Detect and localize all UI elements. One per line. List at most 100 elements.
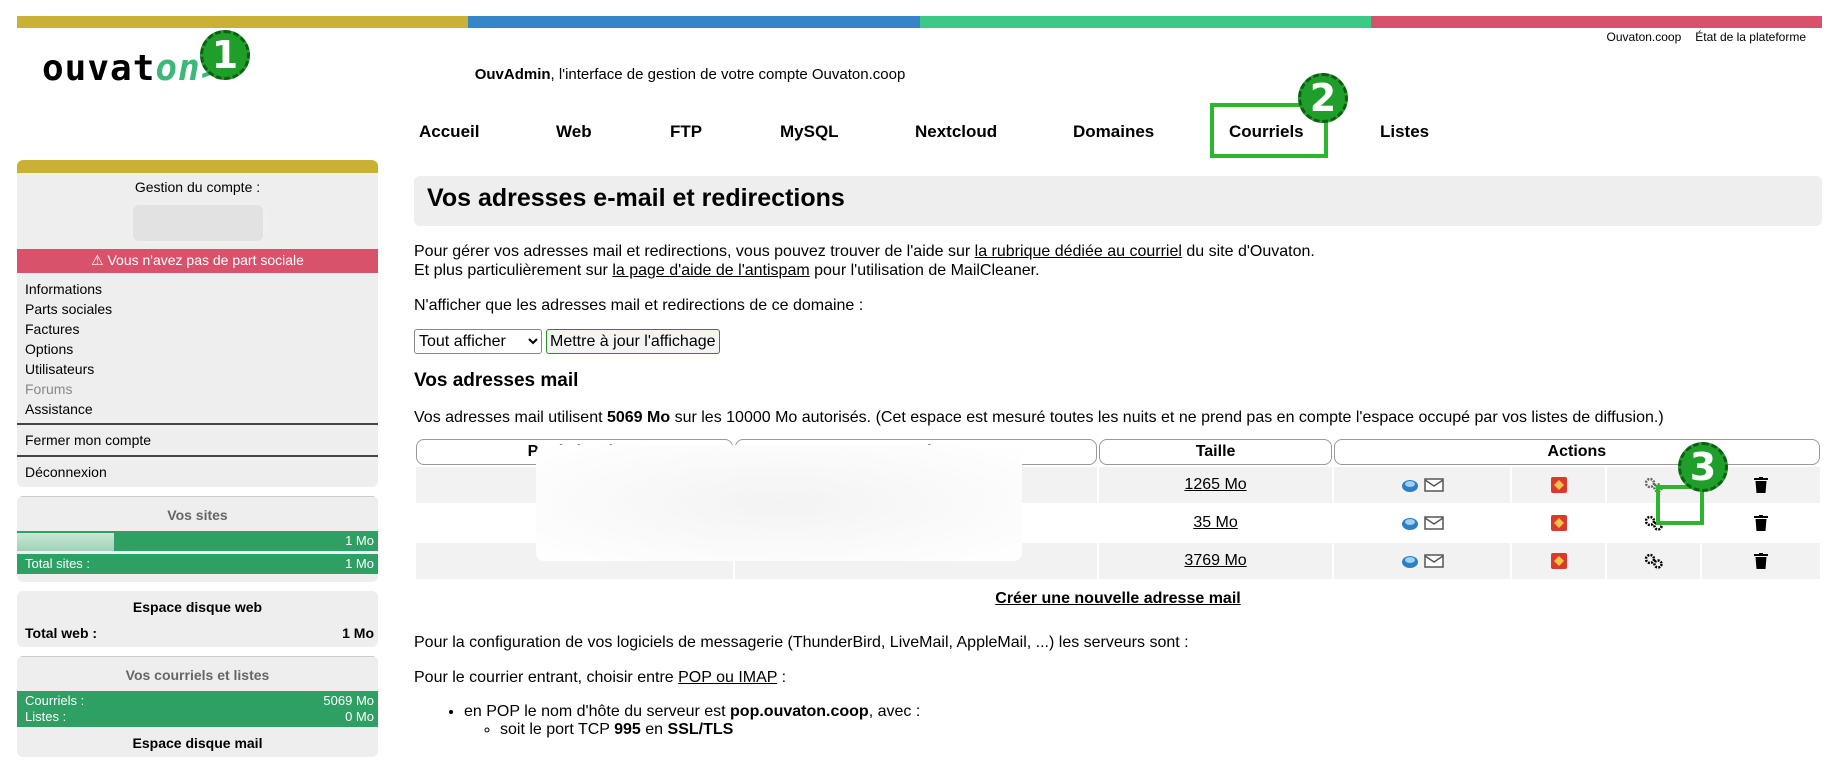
- gears-icon[interactable]: [1644, 553, 1664, 569]
- tagline-brand: OuvAdmin: [474, 66, 551, 83]
- color-strip-1: [17, 16, 469, 28]
- web-total-value: 1 Mo: [342, 625, 374, 641]
- usage-value: 5069 Mo: [606, 409, 671, 426]
- webmail-cell: [1333, 543, 1510, 579]
- antispam-icon[interactable]: [1550, 514, 1568, 532]
- menu-informations[interactable]: Informations: [25, 279, 370, 299]
- color-strip-4: [1370, 16, 1822, 28]
- mail-usage-block: Courriels : 5069 Mo Listes : 0 Mo: [17, 691, 378, 727]
- menu-forums[interactable]: Forums: [25, 379, 370, 399]
- menu-utilisateurs[interactable]: Utilisateurs: [25, 359, 370, 379]
- sites-total-row: Total sites : 1 Mo: [17, 554, 378, 574]
- trash-icon[interactable]: [1754, 476, 1769, 493]
- color-strip-3: [919, 16, 1371, 28]
- sites-total-label: Total sites :: [25, 556, 91, 571]
- tagline: OuvAdmin, l'interface de gestion de votr…: [0, 66, 1380, 83]
- antispam-help-link[interactable]: la page d'aide de l'antispam: [612, 262, 809, 279]
- port-item: soit le port TCP 995 en SSL/TLS: [500, 721, 1822, 739]
- nav-nextcloud[interactable]: Nextcloud: [915, 122, 997, 142]
- create-row: Créer une nouvelle adresse mail: [416, 581, 1820, 617]
- sites-title: Vos sites: [17, 496, 378, 531]
- antispam-cell: [1511, 505, 1606, 541]
- nav-web[interactable]: Web: [556, 122, 592, 142]
- menu-factures[interactable]: Factures: [25, 319, 370, 339]
- menu-assistance[interactable]: Assistance: [25, 399, 370, 419]
- envelope-icon[interactable]: [1424, 553, 1444, 569]
- mail-usage-row: Courriels : 5069 Mo: [25, 693, 374, 709]
- nav-ftp[interactable]: FTP: [670, 122, 702, 142]
- color-strip: [17, 16, 1822, 28]
- trash-icon[interactable]: [1754, 552, 1769, 569]
- sidebar: Gestion du compte : ⚠ Vous n'avez pas de…: [17, 160, 378, 766]
- link-ouvaton[interactable]: Ouvaton.coop: [1607, 30, 1682, 44]
- pop-item: en POP le nom d'hôte du serveur est pop.…: [464, 703, 1822, 739]
- link-platform-status[interactable]: État de la plateforme: [1695, 30, 1806, 44]
- color-strip-2: [468, 16, 920, 28]
- mail-help-link[interactable]: la rubrique dédiée au courriel: [975, 243, 1182, 260]
- delete-cell: [1702, 543, 1820, 579]
- page-title: Vos adresses e-mail et redirections: [414, 176, 1822, 226]
- web-disk-card: Espace disque web Total web : 1 Mo: [17, 591, 378, 647]
- size-link[interactable]: 35 Mo: [1193, 514, 1237, 531]
- lists-label: Listes :: [25, 709, 67, 724]
- incoming-post: :: [777, 669, 787, 686]
- web-disk-title: Espace disque web: [132, 599, 263, 615]
- incoming-text: Pour le courrier entrant, choisir entre …: [414, 668, 1822, 687]
- tagline-rest: , l'interface de gestion de votre compte…: [550, 66, 906, 83]
- create-cell: Créer une nouvelle adresse mail: [416, 581, 1820, 617]
- domain-filter-select[interactable]: Tout afficher: [414, 329, 542, 354]
- account-card: Gestion du compte : ⚠ Vous n'avez pas de…: [17, 160, 378, 487]
- main-content: Vos adresses e-mail et redirections Pour…: [414, 176, 1822, 739]
- size-link[interactable]: 3769 Mo: [1184, 552, 1246, 569]
- col-actions: Actions: [1333, 439, 1820, 465]
- update-display-button[interactable]: Mettre à jour l'affichage: [546, 329, 720, 354]
- size-cell: 35 Mo: [1099, 505, 1332, 541]
- lists-usage-row: Listes : 0 Mo: [25, 709, 374, 725]
- nav-domaines[interactable]: Domaines: [1073, 122, 1154, 142]
- nav-listes[interactable]: Listes: [1380, 122, 1429, 142]
- usage-pre: Vos adresses mail utilisent: [414, 409, 607, 426]
- intro-line-1: Pour gérer vos adresses mail et redirect…: [414, 242, 1822, 261]
- webmail-icon[interactable]: [1400, 552, 1420, 570]
- webmail-icon[interactable]: [1400, 476, 1420, 494]
- alert-text: Vous n'avez pas de part sociale: [107, 252, 304, 268]
- logout-link[interactable]: Déconnexion: [25, 464, 107, 480]
- intro1-pre: Pour gérer vos adresses mail et redirect…: [414, 243, 975, 260]
- size-link[interactable]: 1265 Mo: [1184, 476, 1246, 493]
- webmail-icon[interactable]: [1400, 514, 1420, 532]
- close-account-link[interactable]: Fermer mon compte: [25, 432, 151, 448]
- filter-controls: Tout afficher Mettre à jour l'affichage: [414, 329, 1822, 354]
- top-links: Ouvaton.coop État de la plateforme: [1607, 30, 1806, 44]
- trash-icon[interactable]: [1754, 514, 1769, 531]
- mail-label: Courriels :: [25, 693, 85, 708]
- menu-parts-sociales[interactable]: Parts sociales: [25, 299, 370, 319]
- callout-badge-2: 2: [1298, 73, 1348, 123]
- account-title: Gestion du compte :: [134, 179, 261, 195]
- pop-pre: en POP le nom d'hôte du serveur est: [464, 703, 731, 720]
- port-proto: SSL/TLS: [667, 721, 734, 738]
- col-size[interactable]: Taille: [1099, 439, 1332, 465]
- webmail-cell: [1333, 467, 1510, 503]
- antispam-icon[interactable]: [1550, 552, 1568, 570]
- size-cell: 3769 Mo: [1099, 543, 1332, 579]
- envelope-icon[interactable]: [1424, 477, 1444, 493]
- filter-label: N'afficher que les adresses mail et redi…: [414, 297, 864, 314]
- nav-accueil[interactable]: Accueil: [419, 122, 479, 142]
- antispam-icon[interactable]: [1550, 476, 1568, 494]
- intro-line-2: Et plus particulièrement sur la page d'a…: [414, 261, 1822, 280]
- account-name-redacted: [132, 205, 263, 241]
- mail-title: Vos courriels et listes: [17, 656, 378, 691]
- envelope-icon[interactable]: [1424, 515, 1444, 531]
- incoming-pre: Pour le courrier entrant, choisir entre: [414, 669, 679, 686]
- port-pre: soit le port TCP: [500, 721, 615, 738]
- config-text: Pour la configuration de vos logiciels d…: [414, 634, 1189, 651]
- pop-imap-link[interactable]: POP ou IMAP: [678, 669, 777, 686]
- web-total-label: Total web :: [25, 625, 98, 641]
- menu-options[interactable]: Options: [25, 339, 370, 359]
- nav-mysql[interactable]: MySQL: [780, 122, 839, 142]
- antispam-cell: [1511, 467, 1606, 503]
- create-mail-link[interactable]: Créer une nouvelle adresse mail: [995, 590, 1240, 607]
- page: Ouvaton.coop État de la plateforme ouvat…: [0, 0, 1833, 758]
- antispam-cell: [1511, 543, 1606, 579]
- sites-usage-fill: [17, 533, 115, 551]
